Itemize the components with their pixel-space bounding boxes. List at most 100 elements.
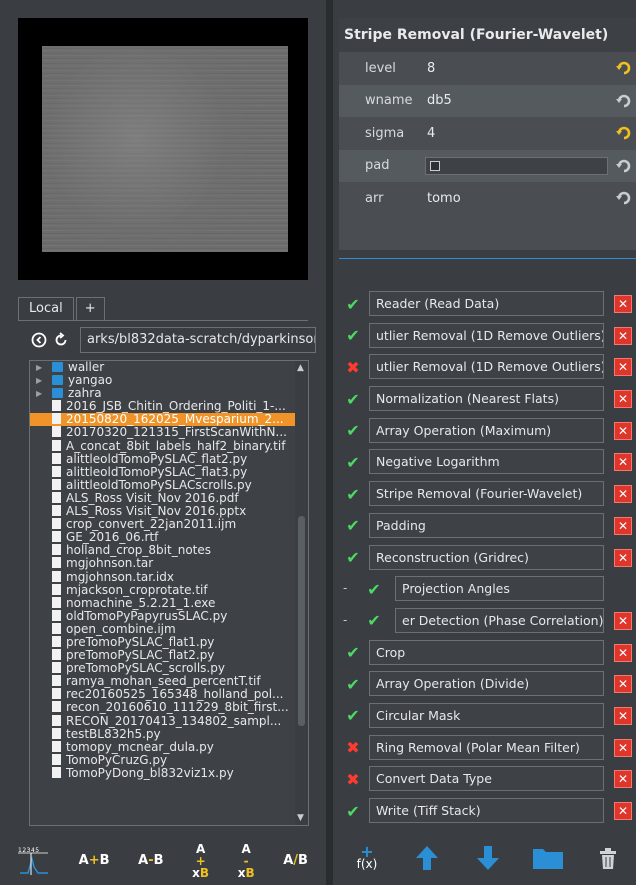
file-item[interactable]: preTomoPySLAC_flat2.py	[30, 649, 308, 662]
refresh-icon[interactable]	[50, 329, 72, 351]
check-icon[interactable]: ✔	[342, 515, 364, 537]
expand-arrow-icon[interactable]: ▶	[36, 374, 42, 387]
delete-icon[interactable]: ✕	[614, 548, 632, 567]
delete-icon[interactable]: ✕	[614, 326, 632, 345]
reset-icon[interactable]	[614, 58, 634, 78]
delete-icon[interactable]: ✕	[614, 738, 632, 757]
add-scaled-button[interactable]: A + xB	[192, 843, 209, 879]
delete-icon[interactable]: ✕	[614, 516, 632, 535]
check-icon[interactable]: ✔	[342, 673, 364, 695]
pipeline-operation[interactable]: ✔ Normalization (Nearest Flats) ✕	[339, 383, 636, 415]
check-icon[interactable]: ✔	[342, 800, 364, 822]
delete-icon[interactable]: ✕	[614, 611, 632, 630]
cross-icon[interactable]: ✖	[342, 737, 364, 759]
pipeline-operation[interactable]: ✔ Circular Mask ✕	[339, 700, 636, 732]
file-item[interactable]: holland_crop_8bit_notes	[30, 544, 308, 557]
pipeline-operation[interactable]: ✔ Write (Tiff Stack) ✕	[339, 795, 636, 827]
subtract-images-button[interactable]: A-B	[138, 854, 163, 867]
pipeline-operation[interactable]: ✔ Reconstruction (Gridrec) ✕	[339, 542, 636, 574]
file-item[interactable]: alittleoldTomoPySLACscrolls.py	[30, 478, 308, 492]
delete-icon[interactable]: ✕	[614, 358, 632, 377]
check-icon[interactable]: ✔	[342, 483, 364, 505]
file-item[interactable]: TomoPyCruzG.py	[30, 753, 308, 767]
operation-label[interactable]: Projection Angles	[395, 576, 604, 602]
file-item[interactable]: testBL832h5.py	[30, 727, 308, 741]
divide-images-button[interactable]: A/B	[283, 854, 308, 867]
pipeline-operation[interactable]: - ✔ er Detection (Phase Correlation) ✕	[339, 605, 636, 637]
operation-label[interactable]: Write (Tiff Stack)	[369, 798, 604, 823]
file-item[interactable]: alittleoldTomoPySLAC_flat3.py	[30, 465, 308, 479]
file-item[interactable]: ALS_Ross Visit_Nov 2016.pptx	[30, 505, 308, 518]
file-item[interactable]: ramya_mohan_seed_percentT.tif	[30, 675, 308, 688]
operation-label[interactable]: Crop	[369, 639, 604, 665]
clear-workflow-button[interactable]	[590, 840, 626, 876]
cross-icon[interactable]: ✖	[342, 768, 364, 790]
check-icon[interactable]: ✔	[363, 610, 385, 632]
pipeline-operation[interactable]: ✔ Padding ✕	[339, 510, 636, 542]
pipeline-operation[interactable]: ✔ Negative Logarithm ✕	[339, 446, 636, 478]
file-list[interactable]: ▶ waller ▶ yangao ▶ zahra 2016_JSB_Chitin_Orde…	[29, 360, 309, 826]
reset-icon[interactable]	[614, 188, 634, 208]
delete-icon[interactable]: ✕	[614, 390, 632, 409]
delete-icon[interactable]: ✕	[614, 675, 632, 694]
pipeline-operation[interactable]: ✔ Array Operation (Maximum) ✕	[339, 415, 636, 447]
pipeline-operation[interactable]: ✔ utlier Removal (1D Remove Outliers) ✕	[339, 320, 636, 352]
add-images-button[interactable]: A+B	[79, 854, 110, 867]
histogram-button[interactable]: 12345	[18, 847, 50, 875]
pipeline-operation[interactable]: ✔ Stripe Removal (Fourier-Wavelet) ✕	[339, 478, 636, 510]
file-item[interactable]: mgjohnson.tar	[30, 557, 308, 570]
pipeline-operation[interactable]: ✖ utlier Removal (1D Remove Outliers) ✕	[339, 351, 636, 383]
file-item[interactable]: 2016_JSB_Chitin_Ordering_Politi_1-...	[30, 400, 308, 413]
file-item[interactable]: preTomoPySLAC_scrolls.py	[30, 662, 308, 675]
file-item[interactable]: tomopy_mcnear_dula.py	[30, 740, 308, 754]
path-input[interactable]: arks/bl832data-scratch/dyparkinson	[80, 327, 316, 353]
check-icon[interactable]: ✔	[363, 578, 385, 600]
reset-icon[interactable]	[614, 156, 634, 176]
pad-checkbox[interactable]	[430, 160, 440, 171]
operation-label[interactable]: Negative Logarithm	[369, 449, 604, 475]
folder-item[interactable]: ▶ yangao	[30, 374, 308, 387]
file-item[interactable]: A_concat_8bit_labels_half2_binary.tif	[30, 439, 308, 453]
operation-label[interactable]: Normalization (Nearest Flats)	[369, 386, 604, 412]
tab-add[interactable]: +	[75, 297, 105, 321]
check-icon[interactable]: ✔	[342, 705, 364, 727]
file-item[interactable]: mjackson_croprotate.tif	[30, 583, 308, 597]
pad-field[interactable]	[425, 156, 608, 175]
delete-icon[interactable]: ✕	[614, 802, 632, 820]
check-icon[interactable]: ✔	[342, 325, 364, 347]
parameter-value[interactable]: tomo	[427, 191, 461, 206]
file-list-scrollbar[interactable]: ▲ ▼	[295, 361, 308, 825]
delete-icon[interactable]: ✕	[614, 706, 632, 725]
scroll-up-icon[interactable]: ▲	[297, 363, 304, 373]
file-item[interactable]: 20170320_121315_FirstScanWithN...	[30, 426, 308, 439]
delete-icon[interactable]: ✕	[614, 643, 632, 662]
scroll-down-icon[interactable]: ▼	[297, 813, 304, 823]
pipeline-operation[interactable]: ✖ Ring Removal (Polar Mean Filter) ✕	[339, 732, 636, 764]
check-icon[interactable]: ✔	[342, 547, 364, 569]
reset-icon[interactable]	[614, 91, 634, 111]
panel-splitter[interactable]	[326, 0, 333, 885]
file-item[interactable]: TomoPyDong_bl832viz1x.py	[30, 766, 308, 780]
operation-label[interactable]: Reader (Read Data)	[369, 291, 604, 316]
operation-label[interactable]: Convert Data Type	[369, 766, 604, 792]
pipeline-operation[interactable]: ✔ Reader (Read Data) ✕	[339, 288, 636, 320]
delete-icon[interactable]: ✕	[614, 421, 632, 440]
expand-arrow-icon[interactable]: ▶	[36, 361, 42, 374]
file-item[interactable]: mgjohnson.tar.idx	[30, 570, 308, 584]
move-up-button[interactable]	[409, 840, 445, 876]
file-item[interactable]: alittleoldTomoPySLAC_flat2.py	[30, 452, 308, 466]
operation-label[interactable]: Circular Mask	[369, 702, 604, 728]
file-item[interactable]: nomachine_5.2.21_1.exe	[30, 596, 308, 610]
operation-label[interactable]: utlier Removal (1D Remove Outliers)	[369, 354, 604, 380]
check-icon[interactable]: ✔	[342, 642, 364, 664]
operation-label[interactable]: Array Operation (Maximum)	[369, 417, 604, 443]
reset-icon[interactable]	[614, 123, 634, 143]
pipeline-operation[interactable]: ✖ Convert Data Type ✕	[339, 763, 636, 795]
back-icon[interactable]	[28, 329, 50, 351]
operation-label[interactable]: er Detection (Phase Correlation)	[395, 607, 604, 633]
operation-label[interactable]: Padding	[369, 512, 604, 538]
parameter-value[interactable]: 4	[427, 126, 435, 141]
file-item[interactable]: GE_2016_06.rtf	[30, 531, 308, 544]
folder-item[interactable]: ▶ zahra	[30, 387, 308, 400]
check-icon[interactable]: ✔	[342, 388, 364, 410]
